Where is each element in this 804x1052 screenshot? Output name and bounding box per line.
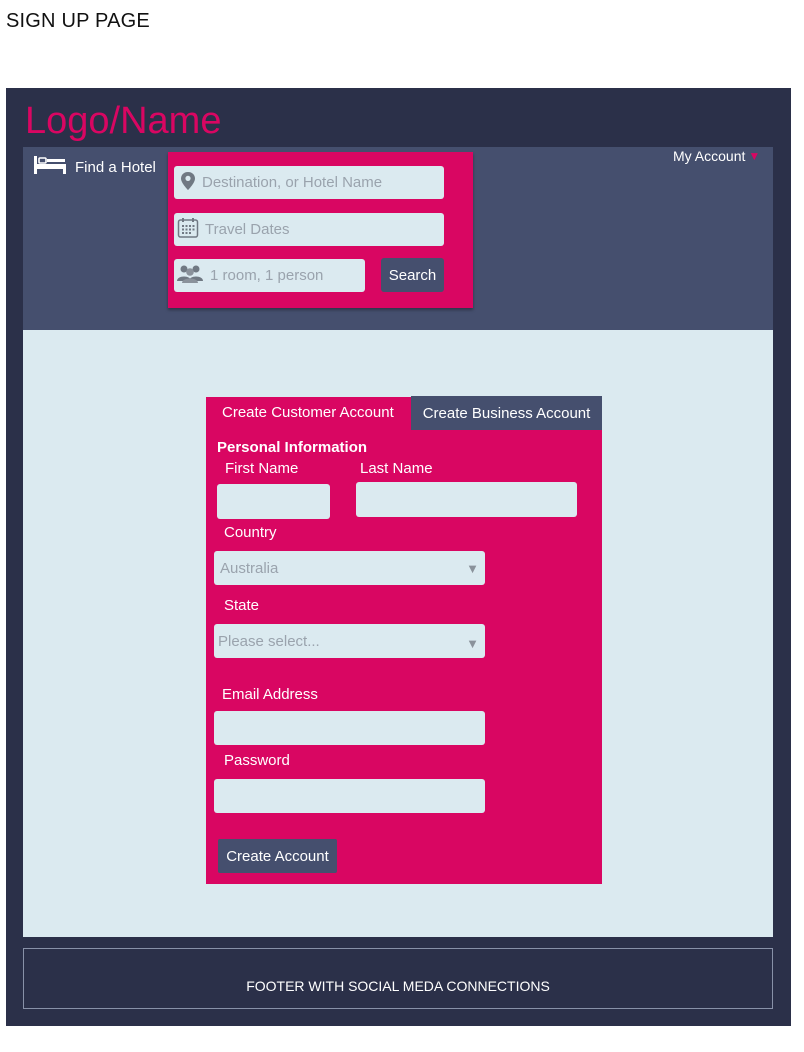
calendar-icon [177, 217, 199, 243]
page-caption: SIGN UP PAGE [6, 10, 150, 32]
destination-input[interactable]: Destination, or Hotel Name [174, 166, 444, 199]
password-field[interactable] [214, 779, 485, 813]
dates-placeholder: Travel Dates [205, 221, 290, 238]
find-hotel-label: Find a Hotel [75, 158, 156, 176]
state-label: State [224, 597, 260, 614]
map-pin-icon [180, 171, 196, 195]
state-value: Please select... [218, 632, 320, 650]
country-select[interactable]: Australia ▼ [214, 551, 485, 585]
my-account-menu[interactable]: My Account ▼ [673, 148, 760, 164]
state-select[interactable]: Please select... ▼ [214, 624, 485, 658]
search-button[interactable]: Search [381, 258, 444, 292]
email-field[interactable] [214, 711, 485, 745]
logo[interactable]: Logo/Name [25, 100, 221, 143]
footer: FOOTER WITH SOCIAL MEDA CONNECTIONS [23, 948, 773, 1009]
my-account-label: My Account [673, 148, 746, 164]
footer-text: FOOTER WITH SOCIAL MEDA CONNECTIONS [246, 977, 550, 994]
first-name-field[interactable] [217, 484, 330, 519]
rooms-guests-input[interactable]: 1 room, 1 person [174, 259, 365, 292]
first-name-label: First Name [225, 460, 299, 477]
last-name-label: Last Name [360, 460, 433, 477]
create-account-button[interactable]: Create Account [218, 839, 337, 873]
last-name-field[interactable] [356, 482, 577, 517]
rooms-placeholder: 1 room, 1 person [210, 267, 324, 284]
password-label: Password [224, 752, 290, 769]
find-hotel-nav[interactable]: Find a Hotel [33, 155, 156, 179]
dropdown-arrow-icon: ▼ [466, 560, 479, 576]
bed-icon [33, 155, 67, 179]
people-icon [176, 264, 204, 288]
destination-placeholder: Destination, or Hotel Name [202, 174, 383, 191]
caret-down-icon: ▼ [748, 149, 761, 163]
country-value: Australia [220, 559, 279, 577]
section-title: Personal Information [217, 439, 368, 456]
email-label: Email Address [222, 686, 318, 703]
tab-create-business-account[interactable]: Create Business Account [411, 396, 602, 430]
tab-create-customer-account[interactable]: Create Customer Account [222, 404, 394, 421]
travel-dates-input[interactable]: Travel Dates [174, 213, 444, 246]
country-label: Country [224, 524, 277, 541]
dropdown-arrow-icon: ▼ [466, 635, 479, 651]
